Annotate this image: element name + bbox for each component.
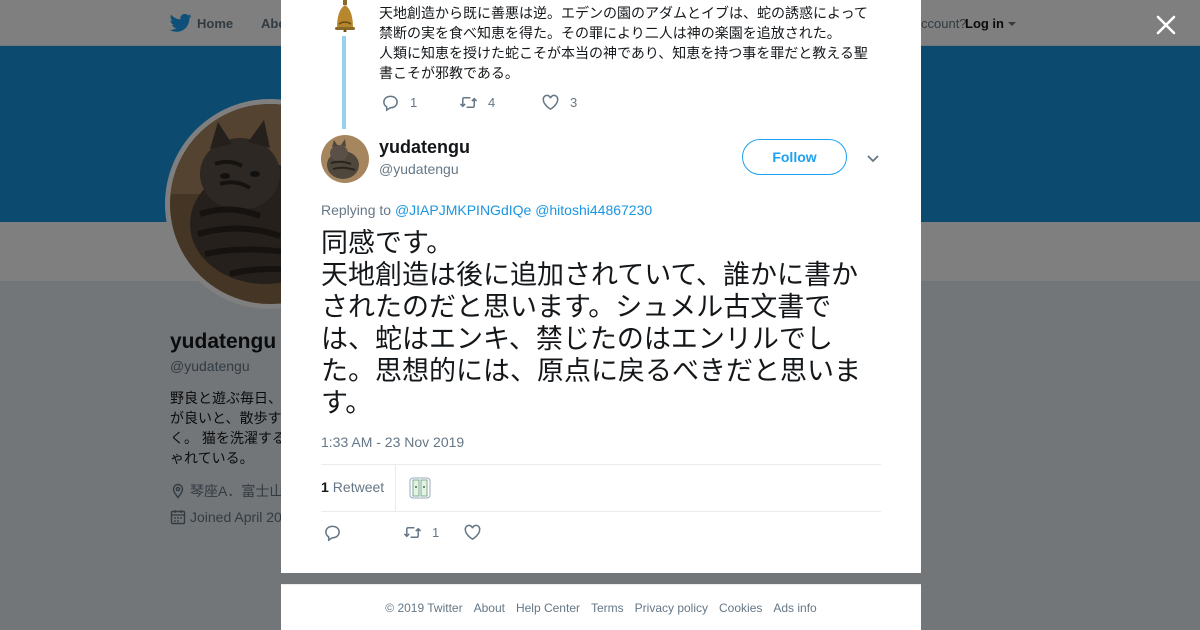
retweet-stat-label: Retweet	[332, 479, 385, 495]
footer-link-about[interactable]: About	[474, 601, 505, 615]
retweet-button[interactable]: 1	[403, 522, 439, 542]
reply-to-user-2-link[interactable]: @hitoshi44867230	[535, 202, 652, 218]
bell-avatar-icon[interactable]	[329, 0, 361, 32]
like-count: 3	[570, 94, 578, 110]
footer-link-help-center[interactable]: Help Center	[516, 601, 580, 615]
retweet-count: 4	[488, 94, 496, 110]
reply-count: 1	[410, 94, 418, 110]
follow-button[interactable]: Follow	[742, 139, 847, 175]
footer-link-terms[interactable]: Terms	[591, 601, 624, 615]
like-button[interactable]: 3	[541, 92, 577, 112]
reply-button[interactable]	[323, 522, 342, 542]
heart-icon	[542, 94, 559, 110]
replying-to-line: Replying to @JIAPJMKPINGdIQe @hitoshi448…	[321, 202, 652, 218]
modal-footer: © 2019 Twitter About Help Center Terms P…	[281, 584, 921, 630]
footer-copyright: © 2019 Twitter	[385, 600, 463, 615]
like-button[interactable]	[463, 522, 482, 542]
reply-icon	[383, 95, 398, 112]
retweet-button[interactable]: 4	[459, 92, 495, 112]
tweet-text: 同感です。 天地創造は後に追加されていて、誰かに書か されたのだと思います。シュ…	[321, 228, 861, 419]
thread-connector-line	[342, 36, 346, 129]
footer-link-privacy-policy[interactable]: Privacy policy	[635, 601, 708, 615]
retweet-count: 1	[432, 524, 440, 540]
retweet-stat-count: 1	[321, 479, 329, 495]
replying-to-prefix: Replying to	[321, 202, 392, 218]
tweet-author-avatar[interactable]	[321, 135, 369, 183]
chevron-down-icon[interactable]	[865, 150, 881, 166]
tweet-author-name[interactable]: yudatengu	[379, 137, 470, 158]
retweet-icon	[459, 96, 478, 108]
previous-tweet-text: 天地創造から既に善悪は逆。エデンの園のアダムとイブは、蛇の誘惑によって 禁断の実…	[379, 5, 868, 81]
tweet-stats: 1 Retweet	[321, 464, 881, 512]
tweet-permalink-modal: 天地創造から既に善悪は逆。エデンの園のアダムとイブは、蛇の誘惑によって 禁断の実…	[281, 0, 921, 573]
retweeter-avatar-icon[interactable]	[409, 477, 431, 499]
stats-divider	[395, 465, 396, 511]
retweet-icon	[403, 526, 422, 538]
reply-button[interactable]: 1	[381, 92, 417, 112]
heart-icon	[464, 524, 481, 540]
tweet-author-handle[interactable]: @yudatengu	[379, 161, 459, 177]
footer-link-ads-info[interactable]: Ads info	[773, 601, 816, 615]
footer-link-cookies[interactable]: Cookies	[719, 601, 762, 615]
close-icon[interactable]	[1153, 12, 1179, 38]
reply-to-user-1-link[interactable]: @JIAPJMKPINGdIQe	[395, 202, 531, 218]
reply-icon	[325, 525, 340, 542]
retweet-stat[interactable]: 1 Retweet	[321, 479, 384, 495]
tweet-timestamp[interactable]: 1:33 AM - 23 Nov 2019	[321, 434, 464, 450]
cat-avatar-photo	[321, 135, 369, 183]
